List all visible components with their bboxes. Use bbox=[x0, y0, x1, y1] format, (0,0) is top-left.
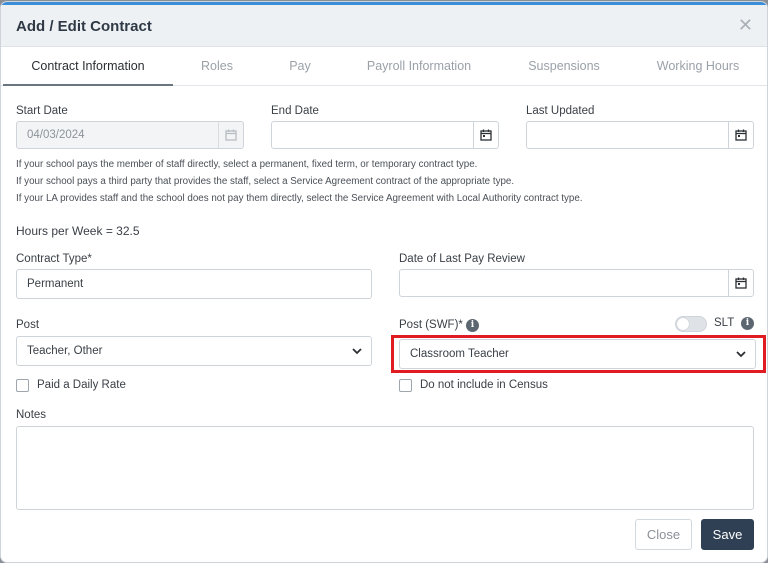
tab-working-hours[interactable]: Working Hours bbox=[629, 48, 767, 86]
contract-type-label: Contract Type* bbox=[16, 253, 92, 265]
start-date-value: 04/03/2024 bbox=[27, 129, 85, 141]
highlight-box bbox=[391, 335, 766, 373]
post-label: Post bbox=[16, 319, 40, 331]
close-icon[interactable]: ✕ bbox=[738, 15, 753, 36]
slt-toggle[interactable] bbox=[675, 316, 707, 332]
contract-type-field[interactable]: Permanent bbox=[16, 269, 372, 299]
date-last-pay-review-field[interactable] bbox=[399, 269, 754, 297]
end-date-label: End Date bbox=[271, 105, 319, 117]
save-button[interactable]: Save bbox=[701, 519, 754, 550]
notes-label: Notes bbox=[16, 409, 47, 421]
calendar-icon[interactable] bbox=[728, 270, 753, 296]
tab-roles[interactable]: Roles bbox=[173, 48, 261, 86]
help-text-line: If your LA provides staff and the school… bbox=[16, 193, 583, 204]
add-edit-contract-modal: Add / Edit Contract ✕ Contract Informati… bbox=[1, 2, 767, 562]
start-date-field: 04/03/2024 bbox=[16, 121, 244, 149]
hours-per-week: Hours per Week = 32.5 bbox=[16, 224, 140, 238]
modal-header: Add / Edit Contract ✕ bbox=[1, 5, 767, 47]
notes-textarea[interactable] bbox=[16, 426, 754, 510]
tab-payroll-information[interactable]: Payroll Information bbox=[339, 48, 499, 86]
post-swf-label: Post (SWF)* bbox=[399, 319, 463, 331]
post-value: Teacher, Other bbox=[27, 345, 103, 357]
tab-bar: Contract Information Roles Pay Payroll I… bbox=[1, 48, 767, 86]
paid-daily-rate-checkbox[interactable] bbox=[16, 379, 29, 392]
tab-suspensions[interactable]: Suspensions bbox=[499, 48, 629, 86]
paid-daily-rate-label: Paid a Daily Rate bbox=[37, 379, 126, 391]
tab-contract-information[interactable]: Contract Information bbox=[3, 48, 173, 86]
last-updated-label: Last Updated bbox=[526, 105, 595, 117]
not-in-census-label: Do not include in Census bbox=[420, 379, 548, 391]
post-select[interactable]: Teacher, Other bbox=[16, 336, 372, 366]
calendar-icon bbox=[218, 122, 243, 148]
not-in-census-checkbox[interactable] bbox=[399, 379, 412, 392]
close-button[interactable]: Close bbox=[635, 519, 692, 550]
info-icon[interactable]: i bbox=[466, 319, 479, 332]
slt-label: SLT bbox=[714, 317, 735, 329]
info-icon[interactable]: i bbox=[741, 317, 754, 330]
help-text-line: If your school pays a third party that p… bbox=[16, 176, 515, 187]
calendar-icon[interactable] bbox=[473, 122, 498, 148]
calendar-icon[interactable] bbox=[728, 122, 753, 148]
modal-title: Add / Edit Contract bbox=[16, 18, 152, 35]
start-date-label: Start Date bbox=[16, 105, 68, 117]
chevron-down-icon bbox=[352, 348, 362, 355]
tab-pay[interactable]: Pay bbox=[261, 48, 339, 86]
end-date-field[interactable] bbox=[271, 121, 499, 149]
date-last-pay-review-label: Date of Last Pay Review bbox=[399, 253, 525, 265]
last-updated-field[interactable] bbox=[526, 121, 754, 149]
help-text-line: If your school pays the member of staff … bbox=[16, 159, 478, 170]
contract-type-value: Permanent bbox=[27, 278, 84, 290]
toggle-knob bbox=[677, 318, 689, 330]
